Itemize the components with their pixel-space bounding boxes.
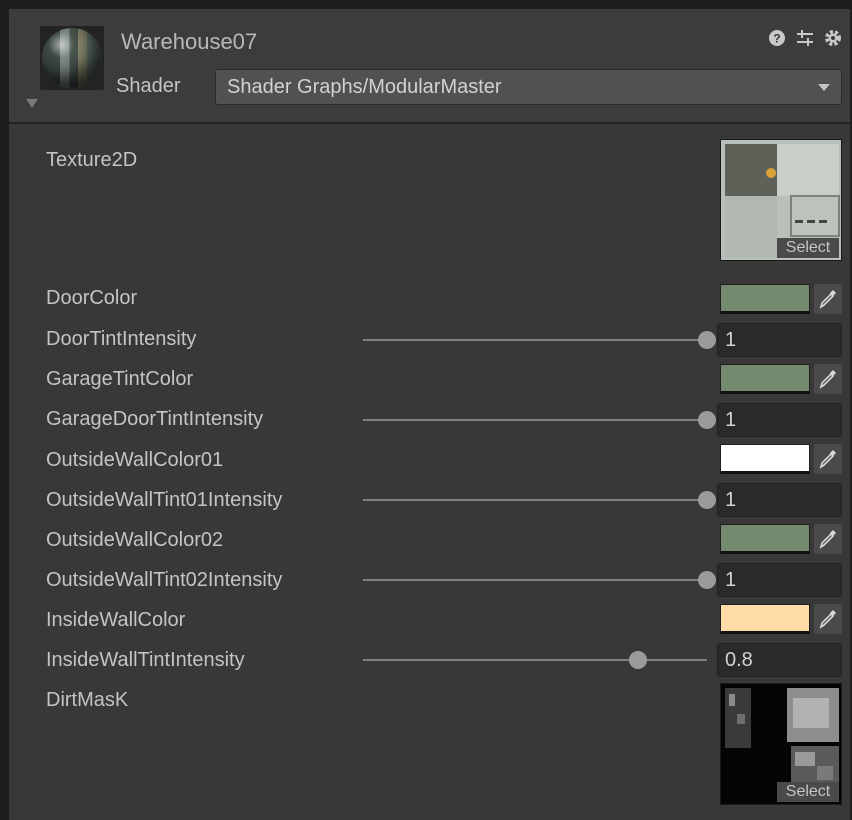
garage-door-tint-intensity-field[interactable]: 1 [717, 403, 842, 437]
garage-door-tint-intensity-slider[interactable] [363, 419, 707, 421]
inside-wall-color-label: InsideWallColor [46, 609, 186, 631]
help-icon[interactable]: ? [768, 29, 786, 47]
garage-tint-color-swatch[interactable] [720, 364, 810, 394]
preset-icon[interactable] [796, 29, 814, 47]
dirt-mask-label: DirtMasK [46, 689, 129, 711]
material-name: Warehouse07 [121, 29, 258, 54]
texture2d-select-button[interactable]: Select [777, 238, 839, 258]
outside-wall-tint01-intensity-slider[interactable] [363, 499, 707, 501]
door-color-picker[interactable] [814, 284, 842, 314]
material-inspector: Warehouse07 ? Shader Shader Graphs/Modul… [9, 9, 850, 820]
texture2d-label: Texture2D [46, 149, 138, 171]
door-color-label: DoorColor [46, 287, 138, 309]
eyedropper-icon [819, 530, 836, 549]
outside-wall-tint01-intensity-label: OutsideWallTint01Intensity [46, 489, 283, 511]
outside-wall-tint02-intensity-field[interactable]: 1 [717, 563, 842, 597]
eyedropper-icon [819, 290, 836, 309]
garage-tint-color-picker[interactable] [814, 364, 842, 394]
garage-door-tint-intensity-thumb[interactable] [698, 411, 716, 429]
outside-wall-tint01-intensity-field[interactable]: 1 [717, 483, 842, 517]
door-color-swatch[interactable] [720, 284, 810, 314]
outside-wall-color02-swatch[interactable] [720, 524, 810, 554]
shader-dropdown[interactable]: Shader Graphs/ModularMaster [215, 69, 842, 105]
chevron-down-icon [818, 84, 830, 91]
outside-wall-tint02-intensity-label: OutsideWallTint02Intensity [46, 569, 283, 591]
eyedropper-icon [819, 370, 836, 389]
eyedropper-icon [819, 450, 836, 469]
outside-wall-color02-label: OutsideWallColor02 [46, 529, 224, 551]
door-tint-intensity-label: DoorTintIntensity [46, 328, 197, 350]
header-icons: ? [768, 29, 842, 47]
dirt-mask-select-button[interactable]: Select [777, 782, 839, 802]
shader-value: Shader Graphs/ModularMaster [227, 76, 502, 98]
door-tint-intensity-slider[interactable] [363, 339, 707, 341]
material-header: Warehouse07 ? Shader Shader Graphs/Modul… [9, 9, 850, 124]
shader-label: Shader [116, 75, 181, 97]
garage-door-tint-intensity-label: GarageDoorTintIntensity [46, 408, 264, 430]
eyedropper-icon [819, 610, 836, 629]
outside-wall-tint02-intensity-slider[interactable] [363, 579, 707, 581]
dirt-mask-slot[interactable]: Select [720, 683, 842, 805]
door-tint-intensity-thumb[interactable] [698, 331, 716, 349]
inside-wall-tint-intensity-thumb[interactable] [629, 651, 648, 669]
material-preview [40, 26, 104, 90]
outside-wall-color01-label: OutsideWallColor01 [46, 449, 224, 471]
svg-text:?: ? [773, 32, 780, 46]
outside-wall-color01-picker[interactable] [814, 444, 842, 474]
outside-wall-color01-swatch[interactable] [720, 444, 810, 474]
foldout-arrow-icon[interactable] [26, 99, 38, 108]
inside-wall-color-swatch[interactable] [720, 604, 810, 634]
outside-wall-tint02-intensity-thumb[interactable] [698, 571, 716, 589]
door-tint-intensity-field[interactable]: 1 [717, 323, 842, 357]
inside-wall-tint-intensity-field[interactable]: 0.8 [717, 643, 842, 677]
inside-wall-tint-intensity-label: InsideWallTintIntensity [46, 649, 245, 671]
outside-wall-color02-picker[interactable] [814, 524, 842, 554]
garage-tint-color-label: GarageTintColor [46, 368, 194, 390]
settings-icon[interactable] [824, 29, 842, 47]
outside-wall-tint01-intensity-thumb[interactable] [698, 491, 716, 509]
texture2d-slot[interactable]: Select [720, 139, 842, 261]
inside-wall-color-picker[interactable] [814, 604, 842, 634]
window-frame: Warehouse07 ? Shader Shader Graphs/Modul… [0, 0, 852, 820]
inside-wall-tint-intensity-slider[interactable] [363, 659, 707, 661]
preview-sphere [42, 28, 102, 88]
